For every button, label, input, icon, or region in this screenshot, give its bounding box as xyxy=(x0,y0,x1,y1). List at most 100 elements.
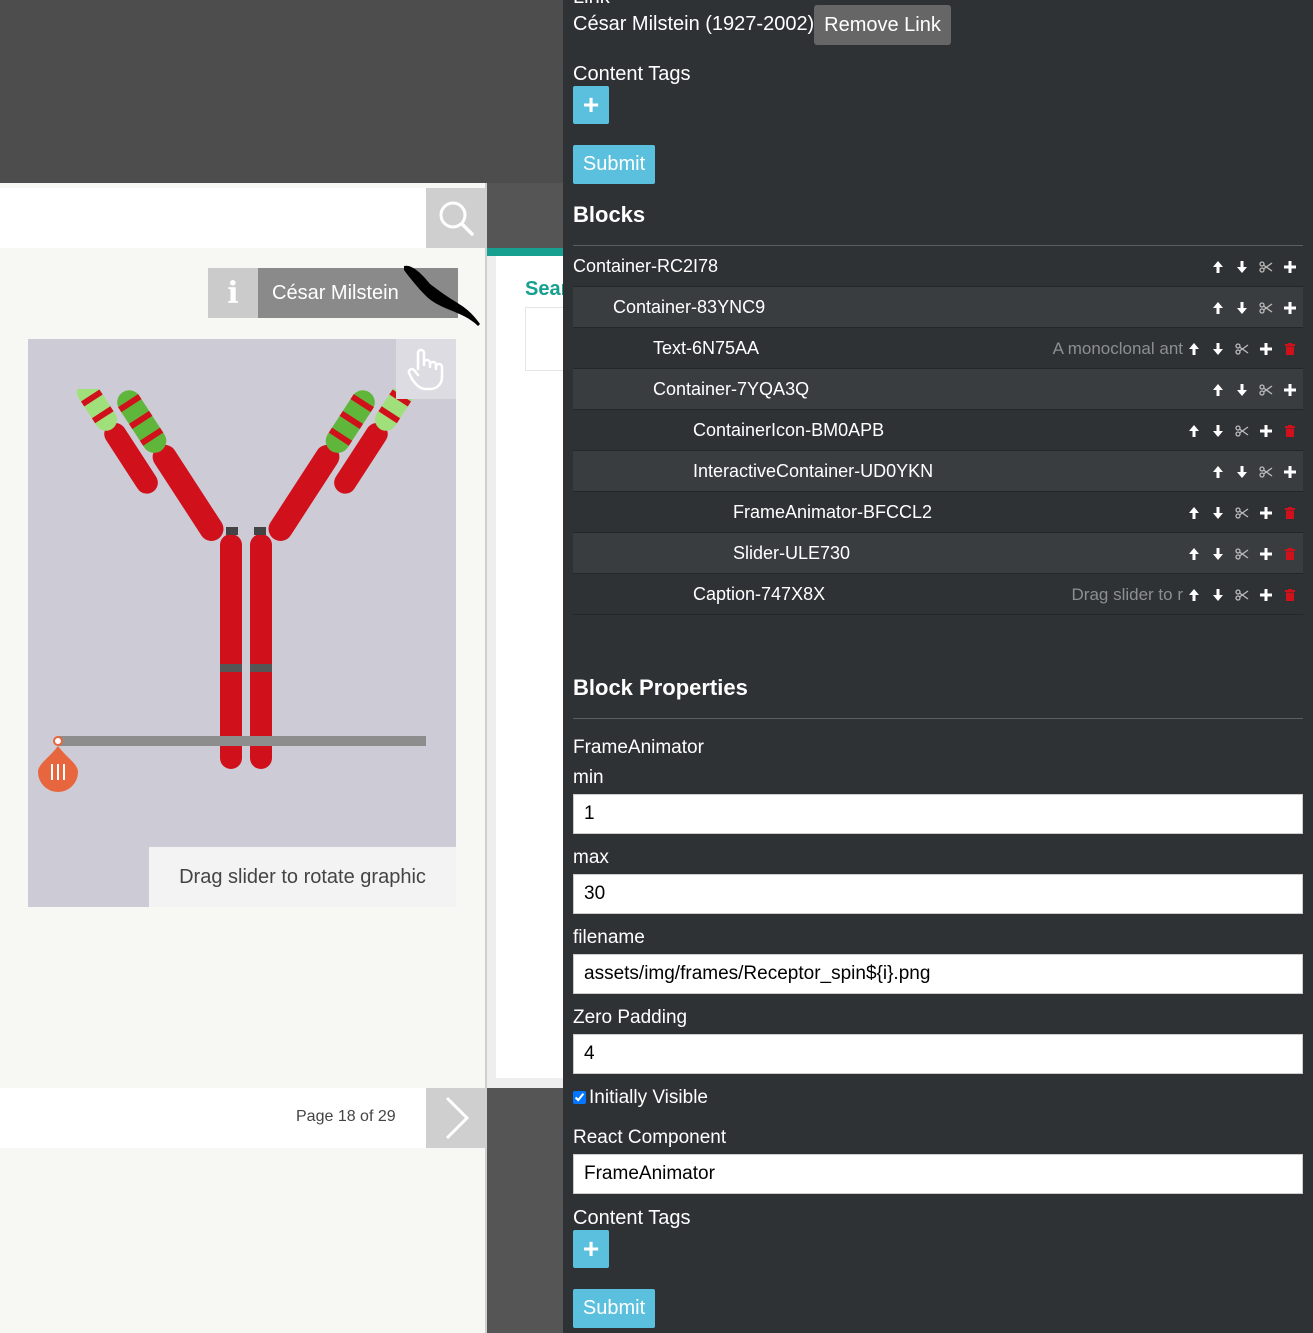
plus-icon[interactable] xyxy=(1281,381,1299,399)
min-label: min xyxy=(573,767,604,788)
block-label[interactable]: Container-83YNC9 xyxy=(613,297,765,318)
block-controls xyxy=(1185,504,1299,522)
arrow-up-icon[interactable] xyxy=(1185,340,1203,358)
block-row[interactable]: Container-83YNC9 xyxy=(573,287,1303,328)
scissors-icon[interactable] xyxy=(1257,299,1275,317)
arrow-up-icon[interactable] xyxy=(1209,463,1227,481)
add-tag-button-2[interactable]: + xyxy=(573,1230,609,1268)
react-component-input[interactable] xyxy=(573,1154,1303,1194)
block-label[interactable]: FrameAnimator-BFCCL2 xyxy=(733,502,932,523)
info-button[interactable]: i xyxy=(208,268,258,318)
arrow-up-icon[interactable] xyxy=(1209,258,1227,276)
arrow-up-icon[interactable] xyxy=(1209,381,1227,399)
arrow-down-icon[interactable] xyxy=(1209,340,1227,358)
next-page-button[interactable] xyxy=(426,1088,486,1148)
interactive-graphic[interactable] xyxy=(28,339,456,907)
arrow-down-icon[interactable] xyxy=(1233,258,1251,276)
next-page-search-box xyxy=(525,307,566,371)
search-button[interactable] xyxy=(426,188,486,248)
scissors-icon[interactable] xyxy=(1233,340,1251,358)
next-page-sheet xyxy=(496,256,563,1078)
page-indicator: Page 18 of 29 xyxy=(296,1108,396,1125)
slider-handle[interactable] xyxy=(37,736,81,794)
arrow-down-icon[interactable] xyxy=(1233,299,1251,317)
block-label[interactable]: InteractiveContainer-UD0YKN xyxy=(693,461,933,482)
arrow-up-icon[interactable] xyxy=(1185,545,1203,563)
react-component-label: React Component xyxy=(573,1127,727,1148)
max-input[interactable] xyxy=(573,874,1303,914)
trash-icon[interactable] xyxy=(1281,504,1299,522)
rotation-slider-track[interactable] xyxy=(58,736,426,746)
filename-input[interactable] xyxy=(573,954,1303,994)
block-label[interactable]: Slider-ULE730 xyxy=(733,543,850,564)
min-input[interactable] xyxy=(573,794,1303,834)
arrow-down-icon[interactable] xyxy=(1209,504,1227,522)
max-label: max xyxy=(573,847,609,868)
add-tag-button[interactable]: + xyxy=(573,86,609,124)
block-controls xyxy=(1185,586,1299,604)
block-row[interactable]: Text-6N75AA A monoclonal ant xyxy=(573,328,1303,369)
search-icon xyxy=(439,201,474,236)
graphic-caption: Drag slider to rotate graphic xyxy=(149,847,456,907)
interaction-hint-button[interactable] xyxy=(396,339,456,399)
scissors-icon[interactable] xyxy=(1257,258,1275,276)
block-label[interactable]: ContainerIcon-BM0APB xyxy=(693,420,884,441)
block-label[interactable]: Caption-747X8X xyxy=(693,584,825,605)
block-row[interactable]: InteractiveContainer-UD0YKN xyxy=(573,451,1303,492)
plus-icon[interactable] xyxy=(1257,545,1275,563)
block-preview-text: A monoclonal ant xyxy=(1052,339,1183,358)
plus-icon[interactable] xyxy=(1281,463,1299,481)
scissors-icon[interactable] xyxy=(1233,422,1251,440)
link-heading: Link xyxy=(573,0,610,9)
arrow-up-icon[interactable] xyxy=(1185,422,1203,440)
trash-icon[interactable] xyxy=(1281,422,1299,440)
link-text: César Milstein (1927-2002) xyxy=(573,13,815,35)
block-label[interactable]: Container-7YQA3Q xyxy=(653,379,809,400)
block-row[interactable]: FrameAnimator-BFCCL2 xyxy=(573,492,1303,533)
plus-icon[interactable] xyxy=(1257,586,1275,604)
block-row[interactable]: Slider-ULE730 xyxy=(573,533,1303,574)
block-row[interactable]: ContainerIcon-BM0APB xyxy=(573,410,1303,451)
plus-icon[interactable] xyxy=(1281,299,1299,317)
search-input[interactable] xyxy=(0,188,426,248)
trash-icon[interactable] xyxy=(1281,586,1299,604)
scissors-icon[interactable] xyxy=(1257,381,1275,399)
trash-icon[interactable] xyxy=(1281,545,1299,563)
arrow-up-icon[interactable] xyxy=(1209,299,1227,317)
arrow-up-icon[interactable] xyxy=(1185,504,1203,522)
block-controls xyxy=(1209,258,1299,276)
initially-visible-checkbox[interactable] xyxy=(573,1091,586,1104)
block-controls xyxy=(1185,340,1299,358)
scissors-icon[interactable] xyxy=(1233,545,1251,563)
submit-button[interactable]: Submit xyxy=(573,145,655,184)
arrow-down-icon[interactable] xyxy=(1233,463,1251,481)
block-row[interactable]: Container-7YQA3Q xyxy=(573,369,1303,410)
plus-icon[interactable] xyxy=(1281,258,1299,276)
block-label[interactable]: Container-RC2I78 xyxy=(573,256,718,277)
filename-label: filename xyxy=(573,927,645,948)
scissors-icon[interactable] xyxy=(1233,586,1251,604)
backdrop-lower xyxy=(487,1088,563,1333)
scissors-icon[interactable] xyxy=(1233,504,1251,522)
block-label[interactable]: Text-6N75AA xyxy=(653,338,759,359)
block-row[interactable]: Caption-747X8X Drag slider to r xyxy=(573,574,1303,615)
submit-button-2[interactable]: Submit xyxy=(573,1289,655,1328)
content-tags-label: Content Tags xyxy=(573,63,691,85)
block-properties-heading: Block Properties xyxy=(573,675,748,700)
arrow-up-icon[interactable] xyxy=(1185,586,1203,604)
plus-icon[interactable] xyxy=(1257,340,1275,358)
block-row[interactable]: Container-RC2I78 xyxy=(573,246,1303,287)
person-name: César Milstein xyxy=(272,281,399,304)
remove-link-button[interactable]: Remove Link xyxy=(814,5,951,45)
trash-icon[interactable] xyxy=(1281,340,1299,358)
arrow-down-icon[interactable] xyxy=(1209,545,1227,563)
plus-icon[interactable] xyxy=(1257,504,1275,522)
arrow-down-icon[interactable] xyxy=(1233,381,1251,399)
arrow-down-icon[interactable] xyxy=(1209,422,1227,440)
arrow-down-icon[interactable] xyxy=(1209,586,1227,604)
zero-padding-input[interactable] xyxy=(573,1034,1303,1074)
plus-icon[interactable] xyxy=(1257,422,1275,440)
antibody-graphic xyxy=(77,389,415,769)
scissors-icon[interactable] xyxy=(1257,463,1275,481)
block-controls xyxy=(1209,299,1299,317)
